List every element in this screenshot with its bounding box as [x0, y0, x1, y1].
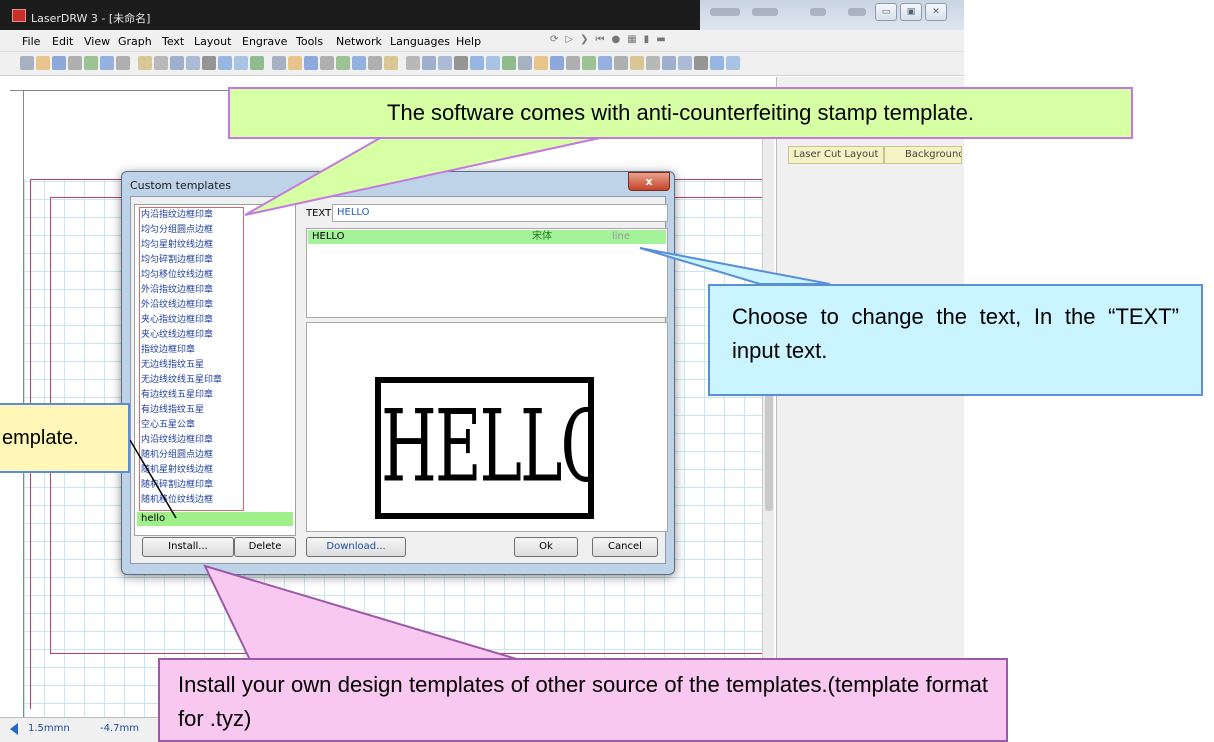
- callout-left: emplate.: [0, 403, 130, 473]
- callout-top: The software comes with anti-counterfeit…: [228, 87, 1133, 139]
- laserdrw-window: LaserDRW 3 - [未命名] ▭ ▣ ✕ File Edit View …: [0, 0, 1214, 742]
- callout-bottom: Install your own design templates of oth…: [158, 658, 1008, 742]
- callout-right: Choose to change the text, In the “TEXT”…: [708, 284, 1203, 396]
